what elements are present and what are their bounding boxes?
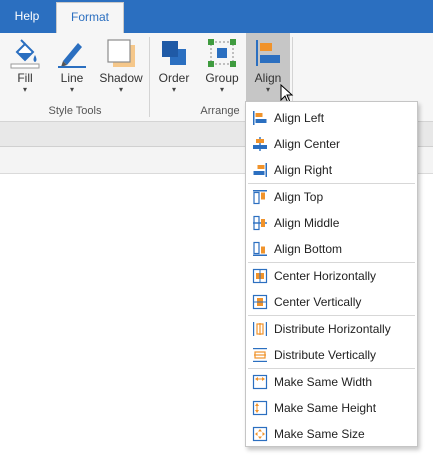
menu-item-label: Distribute Horizontally — [274, 322, 391, 336]
align-left-icon — [253, 111, 267, 125]
menu-item-align-bottom[interactable]: Align Bottom — [246, 236, 417, 262]
shadow-button[interactable]: Shadow ▾ — [96, 33, 146, 99]
center-vertically-icon — [252, 294, 268, 310]
align-icon — [256, 40, 280, 66]
menu-item-distribute-horizontally[interactable]: Distribute Horizontally — [246, 316, 417, 342]
same-height-icon — [252, 400, 268, 416]
chevron-down-icon: ▾ — [219, 85, 224, 94]
order-label: Order — [158, 71, 190, 85]
chevron-down-icon: ▾ — [118, 85, 123, 94]
menu-item-distribute-vertically[interactable]: Distribute Vertically — [246, 342, 417, 368]
menu-item-label: Align Top — [274, 190, 324, 204]
chevron-down-icon: ▾ — [22, 85, 27, 94]
pen-icon — [58, 43, 86, 68]
chevron-down-icon: ▾ — [171, 85, 176, 94]
distribute-horizontally-icon — [253, 322, 267, 336]
align-dropdown-menu: Align Left Align Center Align Right Alig… — [245, 101, 418, 447]
tab-format[interactable]: Format — [56, 2, 124, 33]
menu-item-align-middle[interactable]: Align Middle — [246, 210, 417, 236]
menu-item-label: Make Same Width — [274, 375, 373, 389]
align-right-icon — [253, 163, 267, 177]
same-width-icon — [252, 374, 268, 390]
paint-bucket-icon — [10, 39, 40, 69]
align-bottom-icon — [253, 241, 267, 256]
tab-help[interactable]: Help — [0, 0, 54, 33]
line-button[interactable]: Line ▾ — [52, 33, 92, 99]
menu-item-align-center[interactable]: Align Center — [246, 131, 417, 157]
menu-item-align-left[interactable]: Align Left — [246, 105, 417, 131]
menu-item-label: Make Same Size — [274, 427, 365, 441]
menu-item-label: Center Horizontally — [274, 269, 377, 283]
group-label: Group — [205, 71, 239, 85]
fill-button[interactable]: Fill ▾ — [6, 33, 44, 99]
menu-item-label: Align Left — [274, 111, 325, 125]
shadow-icon — [107, 39, 135, 67]
menu-item-label: Align Bottom — [274, 242, 343, 256]
menu-item-label: Align Center — [274, 137, 341, 151]
shadow-label: Shadow — [99, 71, 143, 85]
align-middle-icon — [253, 215, 267, 231]
menu-item-label: Make Same Height — [274, 401, 377, 415]
order-button[interactable]: Order ▾ — [152, 33, 196, 99]
same-size-icon — [252, 426, 268, 442]
align-center-icon — [253, 137, 267, 151]
align-label: Align — [254, 71, 282, 85]
menu-item-make-same-height[interactable]: Make Same Height — [246, 395, 417, 421]
ribbon-tab-bar: Help Format — [0, 0, 433, 33]
menu-item-make-same-width[interactable]: Make Same Width — [246, 369, 417, 395]
menu-item-make-same-size[interactable]: Make Same Size — [246, 421, 417, 447]
menu-item-label: Distribute Vertically — [274, 348, 377, 362]
menu-item-label: Center Vertically — [274, 295, 362, 309]
menu-item-center-vertically[interactable]: Center Vertically — [246, 289, 417, 315]
line-label: Line — [60, 71, 84, 85]
group-label-style-tools: Style Tools — [48, 105, 102, 117]
menu-item-align-top[interactable]: Align Top — [246, 184, 417, 210]
menu-item-align-right[interactable]: Align Right — [246, 157, 417, 183]
fill-label: Fill — [17, 71, 33, 85]
align-top-icon — [253, 190, 267, 205]
menu-item-label: Align Right — [274, 163, 333, 177]
menu-item-center-horizontally[interactable]: Center Horizontally — [246, 263, 417, 289]
menu-item-label: Align Middle — [274, 216, 340, 230]
order-icon — [162, 41, 186, 65]
center-horizontally-icon — [252, 268, 268, 284]
group-button[interactable]: Group ▾ — [200, 33, 244, 99]
distribute-vertically-icon — [253, 348, 267, 362]
group-icon — [208, 39, 236, 67]
chevron-down-icon: ▾ — [69, 85, 74, 94]
